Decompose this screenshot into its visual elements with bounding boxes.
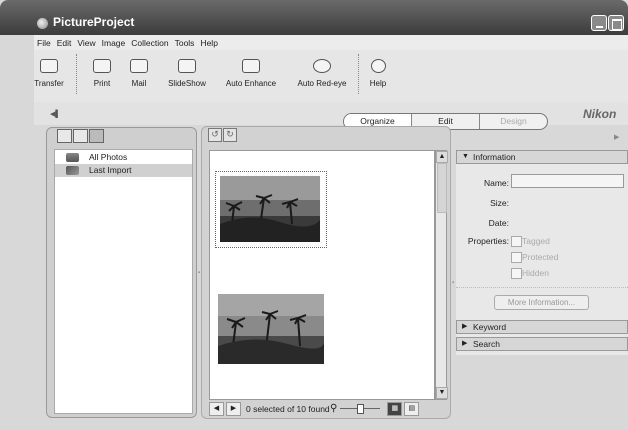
menu-tools[interactable]: Tools: [172, 38, 198, 48]
minimize-button[interactable]: [591, 15, 607, 31]
auto-red-eye-label: Auto Red-eye: [297, 79, 347, 88]
collection-view-icon[interactable]: [89, 129, 104, 143]
transfer-label: Transfer: [34, 79, 64, 88]
expand-icon: ▶: [462, 323, 468, 330]
help-button[interactable]: Help: [362, 50, 394, 88]
menu-bar: File Edit View Image Collection Tools He…: [34, 35, 628, 50]
brand-logo: Nikon: [583, 107, 617, 121]
collapse-icon: ▼: [462, 153, 469, 160]
collection-item-all-photos[interactable]: All Photos: [55, 151, 192, 164]
collection-label: Last Import: [89, 165, 132, 175]
information-title: Information: [473, 152, 516, 162]
protected-checkbox[interactable]: [511, 252, 522, 263]
keyword-title: Keyword: [473, 322, 507, 332]
hidden-label: Hidden: [522, 268, 549, 278]
search-header[interactable]: ▶ Search: [456, 337, 628, 351]
maximize-button[interactable]: [608, 15, 624, 31]
eye-icon: [313, 59, 331, 73]
grid-view-icon[interactable]: ▦: [387, 401, 403, 416]
vertical-scrollbar[interactable]: ▲ ▼: [435, 150, 448, 400]
thumbnail[interactable]: [218, 294, 324, 364]
collection-toolbar: [57, 129, 104, 143]
status-text: 0 selected of 10 found: [246, 403, 330, 414]
hidden-checkbox[interactable]: [511, 268, 522, 279]
rotate-left-icon[interactable]: ↺: [208, 128, 222, 142]
zoom-icon: ⚲: [330, 403, 338, 414]
zoom-slider-knob[interactable]: [357, 404, 365, 414]
last-import-icon: [66, 166, 79, 175]
slideshow-label: SlideShow: [168, 79, 206, 88]
app-icon: [37, 18, 48, 29]
panel-resize-handle[interactable]: ▪: [198, 270, 200, 276]
previous-icon[interactable]: ◀: [209, 401, 224, 416]
name-label: Name:: [483, 178, 509, 188]
printer-icon: [93, 59, 111, 73]
status-bar: ◀ ▶ 0 selected of 10 found ⚲ ▦ ▤: [209, 401, 447, 416]
new-collection-icon[interactable]: [73, 129, 88, 143]
rotate-right-icon[interactable]: ↻: [223, 128, 237, 142]
print-label: Print: [93, 79, 111, 88]
toolbar-separator: [358, 54, 360, 94]
print-button[interactable]: Print: [89, 50, 115, 88]
collection-list: All Photos Last Import: [54, 149, 193, 414]
menu-image[interactable]: Image: [99, 38, 129, 48]
enhance-icon: [242, 59, 260, 73]
protected-label: Protected: [522, 252, 559, 262]
collapse-left-icon[interactable]: ◀▌: [50, 110, 60, 118]
scroll-up-icon[interactable]: ▲: [436, 151, 448, 163]
folder-icon[interactable]: [57, 129, 72, 143]
search-title: Search: [473, 339, 500, 349]
help-label: Help: [369, 79, 387, 88]
menu-view[interactable]: View: [74, 38, 98, 48]
tagged-label: Tagged: [522, 236, 550, 246]
menu-edit[interactable]: Edit: [54, 38, 75, 48]
properties-label: Properties:: [467, 236, 509, 246]
name-field[interactable]: [511, 174, 624, 188]
photo-palm-beach: [220, 176, 320, 242]
transfer-button[interactable]: Transfer: [34, 50, 64, 88]
next-icon[interactable]: ▶: [226, 401, 241, 416]
mail-label: Mail: [131, 79, 147, 88]
thumbnail[interactable]: [215, 171, 327, 248]
panel-resize-handle[interactable]: ▪: [452, 280, 454, 286]
transfer-icon: [40, 59, 58, 73]
tagged-checkbox[interactable]: [511, 236, 522, 247]
slideshow-icon: [178, 59, 196, 73]
menu-help[interactable]: Help: [197, 38, 220, 48]
scroll-thumb[interactable]: [437, 163, 447, 213]
collection-label: All Photos: [89, 152, 128, 162]
divider: [456, 287, 628, 288]
mail-icon: [130, 59, 148, 73]
help-icon: [370, 59, 386, 73]
tab-design[interactable]: Design: [480, 114, 547, 129]
thumbnail-grid: [209, 150, 435, 400]
auto-enhance-label: Auto Enhance: [225, 79, 277, 88]
collection-item-last-import[interactable]: Last Import: [55, 164, 192, 177]
auto-red-eye-button[interactable]: Auto Red-eye: [289, 50, 355, 88]
scroll-down-icon[interactable]: ▼: [436, 387, 448, 399]
collapse-right-icon[interactable]: ▶: [614, 133, 619, 141]
rotate-buttons: ↺ ↻: [208, 128, 237, 142]
auto-enhance-button[interactable]: Auto Enhance: [218, 50, 284, 88]
date-label: Date:: [488, 218, 509, 228]
expand-icon: ▶: [462, 340, 468, 347]
menu-collection[interactable]: Collection: [128, 38, 171, 48]
size-label: Size:: [490, 198, 509, 208]
menu-file[interactable]: File: [34, 38, 54, 48]
window-title: PictureProject: [53, 15, 135, 29]
all-photos-icon: [66, 153, 79, 162]
toolbar-separator: [76, 54, 78, 94]
information-header[interactable]: ▼ Information: [456, 150, 628, 164]
mail-button[interactable]: Mail: [127, 50, 151, 88]
photo-palm-beach: [218, 294, 324, 364]
keyword-header[interactable]: ▶ Keyword: [456, 320, 628, 334]
toolbar: Transfer Print Mail SlideShow Auto Enhan…: [34, 50, 628, 102]
slideshow-button[interactable]: SlideShow: [159, 50, 215, 88]
detail-view-icon[interactable]: ▤: [404, 401, 420, 416]
more-information-button[interactable]: More Information...: [494, 295, 589, 310]
zoom-slider[interactable]: [340, 404, 381, 414]
